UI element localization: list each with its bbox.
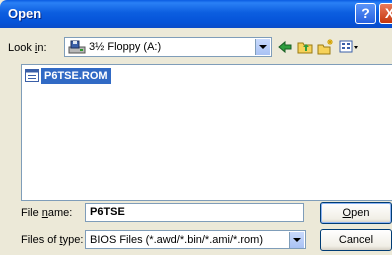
file-name-input[interactable]: P6TSE bbox=[85, 203, 304, 222]
look-in-dropdown[interactable]: 3½ Floppy (A:) bbox=[64, 37, 272, 57]
file-type-value: BIOS Files (*.awd/*.bin/*.ami/*.rom) bbox=[90, 234, 263, 246]
new-folder-icon[interactable] bbox=[316, 38, 334, 56]
file-item-label: P6TSE.ROM bbox=[41, 68, 111, 84]
look-in-dropdown-arrow[interactable] bbox=[255, 39, 270, 55]
file-list[interactable]: P6TSE.ROM bbox=[21, 64, 392, 201]
file-name-label: File name: bbox=[21, 207, 73, 219]
view-menu-icon[interactable] bbox=[338, 38, 360, 56]
file-item[interactable]: P6TSE.ROM bbox=[25, 68, 145, 84]
file-icon bbox=[25, 69, 39, 82]
look-in-value: 3½ Floppy (A:) bbox=[89, 41, 162, 53]
dialog-title: Open bbox=[8, 6, 42, 21]
help-icon: ? bbox=[361, 5, 370, 21]
open-dialog: Open ? X Look in: 3½ Floppy (A:) P6TSE.R… bbox=[0, 0, 392, 255]
file-type-dropdown-arrow[interactable] bbox=[289, 232, 304, 248]
close-button[interactable]: X bbox=[379, 3, 392, 24]
title-bar[interactable]: Open ? X bbox=[0, 0, 392, 28]
open-button[interactable]: Open bbox=[320, 202, 392, 224]
floppy-drive-icon bbox=[68, 40, 86, 54]
file-type-label: Files of type: bbox=[21, 234, 84, 246]
cancel-button[interactable]: Cancel bbox=[320, 229, 392, 251]
close-icon: X bbox=[384, 5, 392, 21]
up-folder-icon[interactable] bbox=[296, 38, 314, 56]
back-arrow-icon[interactable] bbox=[276, 38, 294, 56]
file-type-dropdown[interactable]: BIOS Files (*.awd/*.bin/*.ami/*.rom) bbox=[85, 230, 306, 249]
help-button[interactable]: ? bbox=[355, 3, 376, 24]
look-in-label: Look in: bbox=[8, 42, 47, 54]
